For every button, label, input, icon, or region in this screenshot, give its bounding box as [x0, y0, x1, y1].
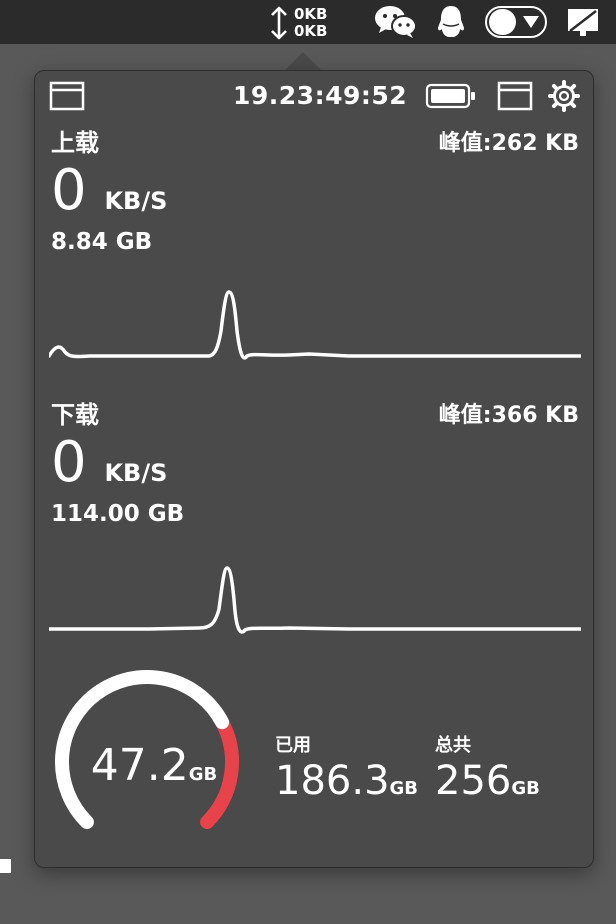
upload-rate-unit: KB/S [104, 187, 168, 215]
download-peak: 峰值:366 KB [438, 403, 579, 428]
display-icon[interactable] [566, 5, 600, 39]
download-total: 114.00 GB [51, 501, 185, 527]
download-rate-unit: KB/S [104, 459, 168, 487]
dropdown-triangle-icon [523, 16, 539, 28]
disk-free-number: 47.2 [90, 740, 189, 791]
total-number: 256 [435, 758, 512, 804]
menubar-upload-speed: 0KB [294, 5, 328, 23]
used-unit: GB [389, 778, 419, 799]
used-value: 186.3GB [275, 759, 418, 811]
menu-bar: 0KB 0KB [0, 0, 616, 44]
upload-speed-graph [49, 290, 581, 360]
disk-free-unit: GB [188, 764, 218, 785]
upload-peak: 峰值:262 KB [438, 131, 579, 156]
total-label: 总共 [435, 735, 471, 756]
download-rate-value: 0 [51, 430, 87, 495]
download-title: 下载 [51, 401, 99, 429]
used-number: 186.3 [275, 758, 390, 804]
window-icon[interactable] [497, 81, 533, 111]
toggle-menu-icon[interactable] [485, 6, 547, 38]
qq-icon[interactable] [435, 4, 467, 40]
gear-icon[interactable] [547, 79, 581, 113]
upload-title: 上载 [51, 129, 99, 157]
download-rate: 0 KB/S [51, 433, 167, 503]
window-icon[interactable] [49, 81, 85, 111]
battery-icon [425, 83, 475, 109]
upload-rate: 0 KB/S [51, 161, 167, 231]
clock-time: 19.23:49:52 [233, 81, 408, 110]
disk-free-value: 47.2GB [35, 741, 273, 800]
background-window-fragment [0, 859, 11, 873]
up-down-arrow-icon [271, 6, 287, 40]
toggle-knob [489, 9, 516, 35]
total-value: 256GB [435, 759, 540, 811]
upload-total: 8.84 GB [51, 229, 153, 255]
menubar-download-speed: 0KB [294, 22, 328, 40]
upload-rate-value: 0 [51, 158, 87, 223]
wechat-icon[interactable] [374, 5, 418, 39]
download-speed-graph [49, 566, 581, 634]
network-speed-indicator[interactable]: 0KB 0KB [268, 5, 338, 41]
network-monitor-popover: 19.23:49:52 上载 峰值:262 KB 0 KB/S 8.84 GB … [34, 70, 594, 868]
used-label: 已用 [275, 735, 311, 756]
total-unit: GB [511, 778, 540, 799]
popover-caret [284, 52, 322, 71]
